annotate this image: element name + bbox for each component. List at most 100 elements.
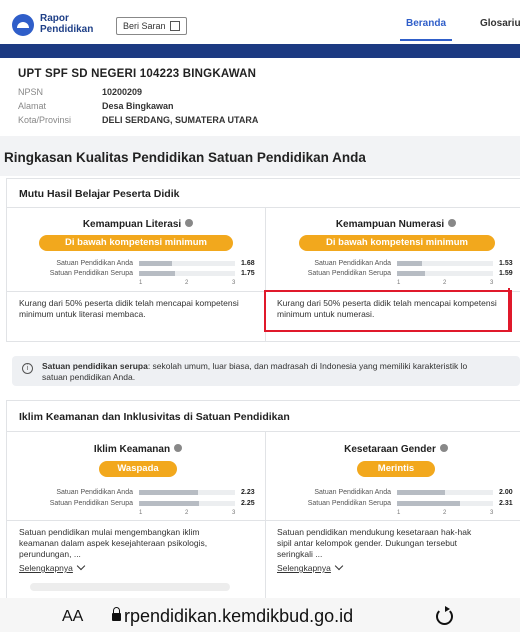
see-more-link[interactable]: Selengkapnya <box>277 561 344 573</box>
info-circle-icon: i <box>22 363 33 374</box>
bar-label: Satuan Pendidikan Serupa <box>49 270 133 277</box>
metric-kesetaraan-gender: Kesetaraan Gender Merintis Satuan Pendid… <box>265 431 520 599</box>
note-bold: Satuan pendidikan serupa <box>42 361 148 371</box>
bar-value: 1.59 <box>499 270 513 277</box>
lock-icon <box>112 607 121 621</box>
logo-line2: Pendidikan <box>40 24 94 35</box>
bar-fill <box>397 271 426 276</box>
bar-value: 2.23 <box>241 489 255 496</box>
bar-fill <box>139 261 172 266</box>
info-icon[interactable] <box>439 444 448 453</box>
tab-beranda[interactable]: Beranda <box>399 18 453 41</box>
metric-literasi: Kemampuan Literasi Di bawah kompetensi m… <box>7 207 265 341</box>
section-title: Ringkasan Kualitas Pendidikan Satuan Pen… <box>4 150 366 165</box>
red-highlight-mark <box>508 288 510 330</box>
school-name: UPT SPF SD NEGERI 104223 BINGKAWAN <box>18 68 257 80</box>
bar-track <box>397 261 493 266</box>
bar-fill <box>139 501 199 506</box>
desc-line: sipil antar kelompok gender. Dukungan te… <box>277 538 458 548</box>
metric-description: Satuan pendidikan mendukung kesetaraan h… <box>277 527 517 560</box>
url-text[interactable]: rpendidikan.kemdikbud.go.id <box>124 606 353 627</box>
red-highlight-box <box>264 290 512 332</box>
scale-max: 3 <box>490 280 494 286</box>
metric-title: Kemampuan Literasi <box>13 219 263 230</box>
scale-min: 1 <box>139 510 143 516</box>
climate-card-title: Iklim Keamanan dan Inklusivitas di Satua… <box>19 411 290 423</box>
scale-mid: 2 <box>443 510 447 516</box>
metric-title: Kemampuan Numerasi <box>271 219 520 230</box>
bar-value: 1.68 <box>241 260 255 267</box>
note-body: : sekolah umum, luar biasa, dan madrasah… <box>147 361 468 371</box>
scale-min: 1 <box>139 280 143 286</box>
climate-card: Iklim Keamanan dan Inklusivitas di Satua… <box>6 400 520 599</box>
reload-icon[interactable] <box>436 606 453 625</box>
status-badge: Di bawah kompetensi minimum <box>39 235 233 251</box>
info-icon[interactable] <box>185 219 194 228</box>
bar-label: Satuan Pendidikan Anda <box>56 489 133 496</box>
top-navbar: Rapor Pendidikan Beri Saran Beranda Glos… <box>0 0 520 44</box>
tab-glosarium[interactable]: Glosariu <box>480 18 520 29</box>
scale-mid: 2 <box>185 280 189 286</box>
scale-mid: 2 <box>443 280 447 286</box>
logo-text[interactable]: Rapor Pendidikan <box>40 13 100 35</box>
bar-fill <box>139 490 199 495</box>
desc-line: Satuan pendidikan mulai mengembangkan ik… <box>19 527 200 537</box>
keamanan-title: Iklim Keamanan <box>93 444 171 455</box>
bar-value: 2.00 <box>499 489 513 496</box>
bar-label: Satuan Pendidikan Serupa <box>307 270 391 277</box>
bar-label: Satuan Pendidikan Anda <box>314 260 391 267</box>
school-city-row: Kota/Provinsi DELI SERDANG, SUMATERA UTA… <box>18 115 508 125</box>
see-more-label: Selengkapnya <box>277 563 331 573</box>
feedback-button[interactable]: Beri Saran <box>116 17 187 35</box>
metric-divider <box>7 291 265 292</box>
blurred-content <box>30 583 230 591</box>
desc-line: keamanan dalam aspek kesejahteraan psiko… <box>19 538 208 548</box>
bar-label: Satuan Pendidikan Anda <box>56 260 133 267</box>
info-icon[interactable] <box>174 444 183 453</box>
bar-track <box>139 261 235 266</box>
logo-line1: Rapor <box>40 13 69 24</box>
column-separator <box>265 431 266 599</box>
numerasi-title: Kemampuan Numerasi <box>335 219 445 230</box>
metric-divider <box>7 520 265 521</box>
learning-card-title: Mutu Hasil Belajar Peserta Didik <box>19 188 180 200</box>
scale-max: 3 <box>490 510 494 516</box>
gender-title: Kesetaraan Gender <box>344 444 436 455</box>
desc-line: seringkali ... <box>277 549 323 559</box>
chevron-down-icon <box>334 561 344 571</box>
text-size-button[interactable]: AA <box>62 608 83 626</box>
bar-fill <box>397 501 460 506</box>
browser-address-bar[interactable]: AA rpendidikan.kemdikbud.go.id <box>0 598 520 632</box>
metric-title: Iklim Keamanan <box>13 444 263 455</box>
npsn-key: NPSN <box>18 87 44 97</box>
bar-track <box>139 271 235 276</box>
bar-value: 1.75 <box>241 270 255 277</box>
scale-min: 1 <box>397 280 401 286</box>
chevron-down-icon <box>76 561 86 571</box>
scale-mid: 2 <box>185 510 189 516</box>
bar-fill <box>139 271 175 276</box>
address-value: Desa Bingkawan <box>102 101 174 111</box>
note-body2: satuan pendidikan Anda. <box>42 372 136 382</box>
scale-max: 3 <box>232 510 236 516</box>
desc-line: Satuan pendidikan mendukung kesetaraan h… <box>277 527 472 537</box>
bar-track <box>397 501 493 506</box>
bar-track <box>139 501 235 506</box>
metric-divider <box>265 520 520 521</box>
see-more-link[interactable]: Selengkapnya <box>19 561 86 573</box>
bar-value: 2.31 <box>499 500 513 507</box>
metric-iklim-keamanan: Iklim Keamanan Waspada Satuan Pendidikan… <box>7 431 265 599</box>
address-key: Alamat <box>18 101 47 111</box>
city-value: DELI SERDANG, SUMATERA UTARA <box>102 115 259 125</box>
bar-track <box>139 490 235 495</box>
status-badge: Merintis <box>357 461 435 477</box>
info-icon[interactable] <box>448 219 457 228</box>
note-text: Satuan pendidikan serupa: sekolah umum, … <box>42 361 520 383</box>
status-badge: Waspada <box>99 461 177 477</box>
bar-track <box>397 271 493 276</box>
header-band <box>0 44 520 58</box>
rapor-logo-icon[interactable] <box>12 14 34 36</box>
feedback-label: Beri Saran <box>123 21 166 31</box>
school-info: UPT SPF SD NEGERI 104223 BINGKAWAN NPSN … <box>18 68 508 125</box>
bar-track <box>397 490 493 495</box>
